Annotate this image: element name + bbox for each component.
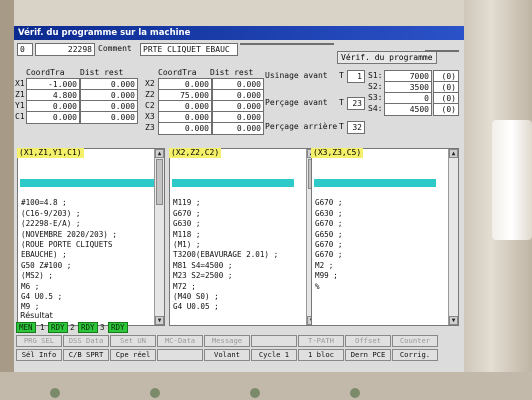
monitor-bezel-left — [0, 0, 14, 400]
current-line-cursor — [314, 179, 436, 187]
program-listing-2: M119 ; G670 ; G630 ; M118 ; (M1) ; T3200… — [173, 198, 279, 312]
axis-label: Z3 — [145, 123, 155, 132]
scrollbar[interactable]: ▲ ▼ — [448, 149, 458, 325]
comment-label: Comment — [98, 44, 132, 53]
softkey-set-un[interactable]: Set UN — [110, 335, 156, 347]
monitor-bezel-bottom — [0, 372, 532, 400]
scroll-thumb[interactable] — [156, 159, 163, 205]
softkey-t-path[interactable]: T-PATH — [298, 335, 344, 347]
program-listing-1: #100=4.8 ; (C16-9/203) ; (22298-E/A) ; (… — [21, 198, 118, 312]
monitor-bezel-top — [0, 0, 532, 26]
coord-value: 0.000 — [158, 122, 212, 135]
status-number: 3 — [100, 323, 105, 332]
axis-label: X1 — [15, 79, 25, 88]
softkey-volant[interactable]: Volant — [204, 349, 250, 361]
indicator-light — [350, 388, 360, 398]
side-handle — [492, 120, 532, 240]
panel-header-3: (X3,Z3,C5) — [311, 148, 364, 158]
axis-label: X3 — [145, 112, 155, 121]
status-chip: RDY — [108, 322, 128, 333]
dist-value: 0.000 — [80, 111, 138, 124]
percage-tool-field: 23 — [347, 97, 365, 110]
softkey-blank[interactable] — [251, 335, 297, 347]
softkey-sel-info[interactable]: Sél Info — [16, 349, 62, 361]
program-panel-1[interactable]: #100=4.8 ; (C16-9/203) ; (22298-E/A) ; (… — [17, 148, 165, 326]
softkey-1-bloc[interactable]: 1 bloc — [298, 349, 344, 361]
axis-label: Z1 — [15, 90, 25, 99]
status-number: 1 — [40, 323, 45, 332]
comment-field[interactable]: PRTE CLIQUET EBAUC — [140, 43, 238, 56]
indicator-light — [150, 388, 160, 398]
tool-t-label: T — [339, 98, 344, 107]
spindle-label: S3: — [368, 93, 383, 102]
indicator-light — [250, 388, 260, 398]
program-panel-2[interactable]: M119 ; G670 ; G630 ; M118 ; (M1) ; T3200… — [169, 148, 317, 326]
tool-t-label: T — [339, 122, 344, 131]
softkey-cycle-1[interactable]: Cycle 1 — [251, 349, 297, 361]
softkey-corrig[interactable]: Corrig. — [392, 349, 438, 361]
tool-t-label: T — [339, 71, 344, 80]
coord-header-right: CoordTra — [158, 68, 197, 77]
softkey-prg-sel[interactable]: PRG SEL — [16, 335, 62, 347]
usinage-avant-label: Usinage avant — [265, 71, 328, 80]
status-chip: RDY — [78, 322, 98, 333]
dist-value: 0.000 — [212, 122, 264, 135]
spindle-label: S2: — [368, 82, 383, 91]
spindle-label: S4: — [368, 104, 383, 113]
softkey-dern-pce[interactable]: Dern PCE — [345, 349, 391, 361]
status-chip: RDY — [48, 322, 68, 333]
softkey-cb-sprt[interactable]: C/B SPRT — [63, 349, 109, 361]
axis-label: Y1 — [15, 101, 25, 110]
current-line-cursor — [20, 179, 154, 187]
softkey-message[interactable]: Message — [204, 335, 250, 347]
softkey-counter[interactable]: Counter — [392, 335, 438, 347]
current-line-cursor — [172, 179, 294, 187]
scroll-up-icon[interactable]: ▲ — [449, 149, 458, 158]
scroll-down-icon[interactable]: ▼ — [449, 316, 458, 325]
axis-label: C2 — [145, 101, 155, 110]
status-chip: MEN — [16, 322, 36, 333]
verify-program-button[interactable]: Vérif. du programme — [337, 51, 437, 64]
softkey-blank[interactable] — [157, 349, 203, 361]
cnc-screen: Vérif. du programme sur la machine 0 222… — [14, 26, 464, 372]
coord-header-left: CoordTra — [26, 68, 65, 77]
indicator-light — [50, 388, 60, 398]
softkey-cpe-reel[interactable]: Cpe réel — [110, 349, 156, 361]
usinage-tool-field: 1 — [347, 70, 365, 83]
percage-arriere-label: Perçage arrière — [265, 122, 338, 131]
program-index: 0 — [17, 43, 33, 56]
softkey-dss-data[interactable]: DSS Data — [63, 335, 109, 347]
dist-header-left: Dist rest — [80, 68, 124, 77]
panel-header-1: (X1,Z1,Y1,C1) — [17, 148, 84, 158]
softkey-mc-data[interactable]: MC-Data — [157, 335, 203, 347]
verify-program-status — [425, 50, 459, 52]
scroll-down-icon[interactable]: ▼ — [155, 316, 164, 325]
program-listing-3: G670 ; G630 ; G670 ; G650 ; G670 ; G670 … — [315, 198, 343, 291]
scrollbar[interactable]: ▲ ▼ — [154, 149, 164, 325]
program-panel-3[interactable]: G670 ; G630 ; G670 ; G650 ; G670 ; G670 … — [311, 148, 459, 326]
window-title: Vérif. du programme sur la machine — [14, 26, 464, 40]
comment-field-extension — [240, 43, 334, 45]
axis-label: X2 — [145, 79, 155, 88]
result-label: Résultat — [20, 311, 53, 320]
spindle-speed: 4500 — [384, 103, 432, 116]
percage-avant-label: Perçage avant — [265, 98, 328, 107]
softkey-offset[interactable]: Offset — [345, 335, 391, 347]
spindle-label: S1: — [368, 71, 383, 80]
panel-header-2: (X2,Z2,C2) — [169, 148, 222, 158]
axis-label: C1 — [15, 112, 25, 121]
status-number: 2 — [70, 323, 75, 332]
spindle-flag: (0) — [433, 103, 459, 116]
coord-value: 0.000 — [26, 111, 80, 124]
program-number[interactable]: 22298 — [35, 43, 95, 56]
axis-label: Z2 — [145, 90, 155, 99]
percage-arriere-tool-field: 32 — [347, 121, 365, 134]
scroll-up-icon[interactable]: ▲ — [155, 149, 164, 158]
dist-header-right: Dist rest — [210, 68, 254, 77]
